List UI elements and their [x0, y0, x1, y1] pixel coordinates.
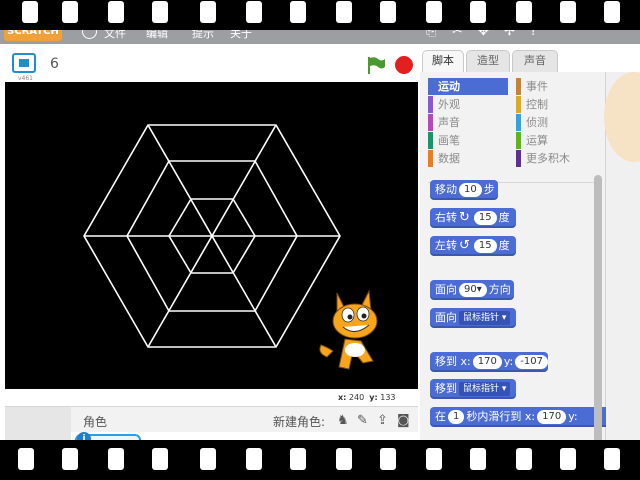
category-more-blocks[interactable]: 更多积木: [516, 150, 596, 167]
palette-scrollbar[interactable]: [594, 175, 602, 480]
menu-file[interactable]: 文件: [104, 25, 126, 41]
block-go-to[interactable]: 移到 鼠标指针 ▾: [430, 379, 516, 399]
move-steps-input[interactable]: 10: [459, 183, 482, 197]
tab-costumes[interactable]: 造型: [466, 50, 510, 72]
new-sprite-label: 新建角色:: [273, 415, 326, 429]
category-sensing[interactable]: 侦测: [516, 114, 596, 131]
category-looks[interactable]: 外观: [428, 96, 508, 113]
paint-sprite-icon[interactable]: ✎: [357, 413, 368, 428]
shrink-tool-icon[interactable]: ✢: [504, 24, 515, 39]
block-glide[interactable]: 在 1 秒内滑行到 x: 170 y:: [430, 407, 610, 427]
sprite-info-icon[interactable]: i: [77, 432, 91, 446]
stage-thumbnail[interactable]: [5, 432, 71, 480]
version-label: v461: [18, 75, 34, 82]
scratch-cat-sprite[interactable]: [315, 287, 395, 377]
mouse-x-value: 240: [348, 393, 365, 402]
rotate-counterclockwise-icon: ↺: [459, 238, 470, 253]
stage-canvas[interactable]: [5, 82, 418, 389]
change-x-input[interactable]: 10: [497, 455, 521, 469]
category-events[interactable]: 事件: [516, 78, 596, 95]
title-bar: Scratch 2 Offline Editor: [0, 0, 640, 20]
sprite-pane-header: 角色 新建角色: ♞ ✎ ⇪ ◙: [5, 406, 418, 433]
mouse-y-value: 133: [380, 393, 396, 402]
category-data[interactable]: 数据: [428, 150, 508, 167]
direction-input[interactable]: 90▾: [459, 283, 487, 297]
project-number: 6: [50, 56, 59, 72]
goto-y-input[interactable]: -107: [515, 355, 548, 369]
scratch-logo: SCRATCH: [4, 23, 62, 41]
block-move-steps[interactable]: 移动 10 步: [430, 180, 498, 200]
category-sound[interactable]: 声音: [428, 114, 508, 131]
glide-x-input[interactable]: 170: [537, 410, 567, 424]
sprite-list: i: [5, 432, 418, 480]
camera-icon[interactable]: ◙: [397, 413, 410, 428]
turn-right-input[interactable]: 15: [473, 211, 497, 225]
duplicate-tool-icon[interactable]: ⎘: [426, 24, 436, 39]
category-control[interactable]: 控制: [516, 96, 596, 113]
fullscreen-icon[interactable]: [12, 53, 36, 73]
block-change-x[interactable]: x坐标增加 10: [440, 452, 521, 472]
go-to-dropdown[interactable]: 鼠标指针 ▾: [459, 382, 511, 396]
tab-sounds[interactable]: 声音: [512, 50, 558, 72]
stage-thumbnail-column: [5, 407, 71, 433]
tab-scripts[interactable]: 脚本: [422, 50, 464, 72]
category-list: 运动 外观 声音 画笔 数据 事件 控制 侦测 运算 更多积木: [428, 78, 598, 176]
category-motion[interactable]: 运动: [428, 78, 508, 95]
goto-x-input[interactable]: 170: [472, 355, 502, 369]
language-globe-icon[interactable]: [82, 24, 97, 39]
menu-tips[interactable]: 提示: [192, 25, 214, 41]
sprites-label: 角色: [83, 415, 108, 429]
category-pen[interactable]: 画笔: [428, 132, 508, 149]
block-turn-left[interactable]: 左转 ↺ 15 度: [430, 236, 516, 256]
upload-sprite-icon[interactable]: ⇪: [377, 413, 388, 428]
point-towards-dropdown[interactable]: 鼠标指针 ▾: [459, 311, 511, 325]
help-tool-icon[interactable]: ?: [530, 24, 537, 39]
window-title: Scratch 2 Offline Editor: [8, 2, 148, 16]
glide-secs-input[interactable]: 1: [448, 410, 465, 424]
green-flag-icon[interactable]: [366, 56, 386, 74]
choose-sprite-icon[interactable]: ♞: [337, 413, 349, 428]
rotate-clockwise-icon: ↻: [459, 210, 470, 225]
block-go-to-xy[interactable]: 移到 x: 170 y: -107: [430, 352, 548, 372]
block-point-towards[interactable]: 面向 鼠标指针 ▾: [430, 308, 516, 328]
mouse-coordinates: x: 240 y: 133: [338, 393, 396, 402]
sprite-thumbnail-cat-icon: [99, 439, 119, 474]
menu-edit[interactable]: 编辑: [146, 25, 168, 41]
menu-about[interactable]: 关于: [230, 25, 252, 41]
stage-header: v461 6: [0, 44, 420, 82]
block-turn-right[interactable]: 右转 ↻ 15 度: [430, 208, 516, 228]
grow-tool-icon[interactable]: ✥: [478, 24, 489, 39]
turn-left-input[interactable]: 15: [473, 239, 497, 253]
stop-icon[interactable]: [395, 56, 413, 74]
menu-bar: SCRATCH 文件 编辑 提示 关于 ⎘ ✂ ✥ ✢ ?: [0, 20, 640, 44]
block-palette: 运动 外观 声音 画笔 数据 事件 控制 侦测 运算 更多积木 移动 10 步 右转…: [420, 72, 610, 480]
category-operators[interactable]: 运算: [516, 132, 596, 149]
cut-tool-icon[interactable]: ✂: [452, 24, 463, 39]
block-point-direction[interactable]: 面向 90▾ 方向: [430, 280, 514, 300]
